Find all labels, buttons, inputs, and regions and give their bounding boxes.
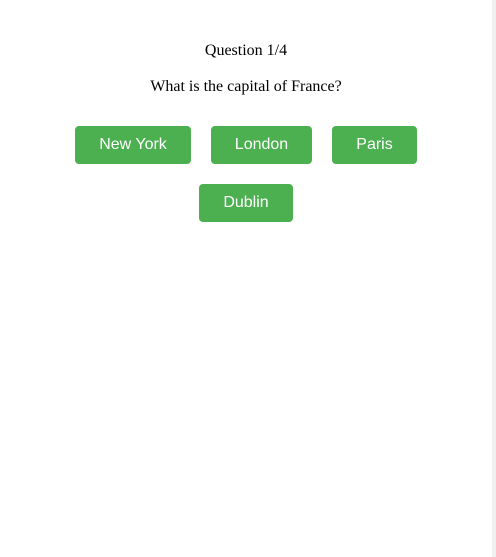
answer-button-paris[interactable]: Paris: [332, 126, 417, 164]
answer-button-new-york[interactable]: New York: [75, 126, 191, 164]
question-text: What is the capital of France?: [150, 78, 342, 95]
question-progress: Question 1/4: [204, 42, 288, 59]
answer-button-dublin[interactable]: Dublin: [199, 184, 293, 222]
scrollbar-track: [492, 0, 496, 557]
answer-button-london[interactable]: London: [211, 126, 312, 164]
